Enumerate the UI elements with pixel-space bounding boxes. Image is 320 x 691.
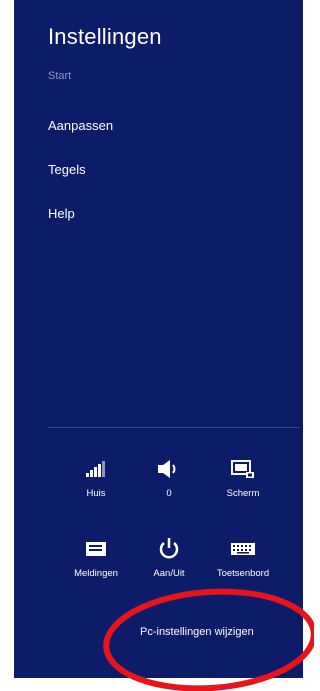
menu-item-start[interactable]: Start: [48, 70, 71, 82]
menu-item-help[interactable]: Help: [48, 206, 75, 221]
panel-title: Instellingen: [48, 24, 162, 49]
menu-item-tegels[interactable]: Tegels: [48, 162, 86, 177]
keyboard-tile[interactable]: Toetsenbord: [208, 535, 278, 579]
power-tile[interactable]: Aan/Uit: [134, 535, 204, 579]
screen-brightness-icon: [208, 455, 278, 483]
screen-label: Scherm: [226, 488, 260, 499]
divider: [48, 427, 299, 428]
speaker-icon: [134, 455, 204, 483]
power-icon: [134, 535, 204, 563]
keyboard-icon: [208, 535, 278, 563]
menu-item-aanpassen[interactable]: Aanpassen: [48, 118, 113, 133]
volume-label: 0: [166, 488, 172, 499]
settings-charm-panel: Instellingen Start Aanpassen Tegels Help…: [14, 0, 303, 678]
volume-tile[interactable]: 0: [134, 455, 204, 499]
network-label: Huis: [86, 488, 106, 499]
notifications-tile[interactable]: Meldingen: [61, 535, 131, 579]
notifications-label: Meldingen: [74, 568, 118, 579]
network-tile[interactable]: Huis: [61, 455, 131, 499]
screen-tile[interactable]: Scherm: [208, 455, 278, 499]
change-pc-settings-link[interactable]: Pc-instellingen wijzigen: [140, 626, 254, 638]
notifications-icon: [61, 535, 131, 563]
power-label: Aan/Uit: [153, 568, 185, 579]
keyboard-label: Toetsenbord: [216, 568, 270, 579]
network-signal-icon: [61, 455, 131, 483]
